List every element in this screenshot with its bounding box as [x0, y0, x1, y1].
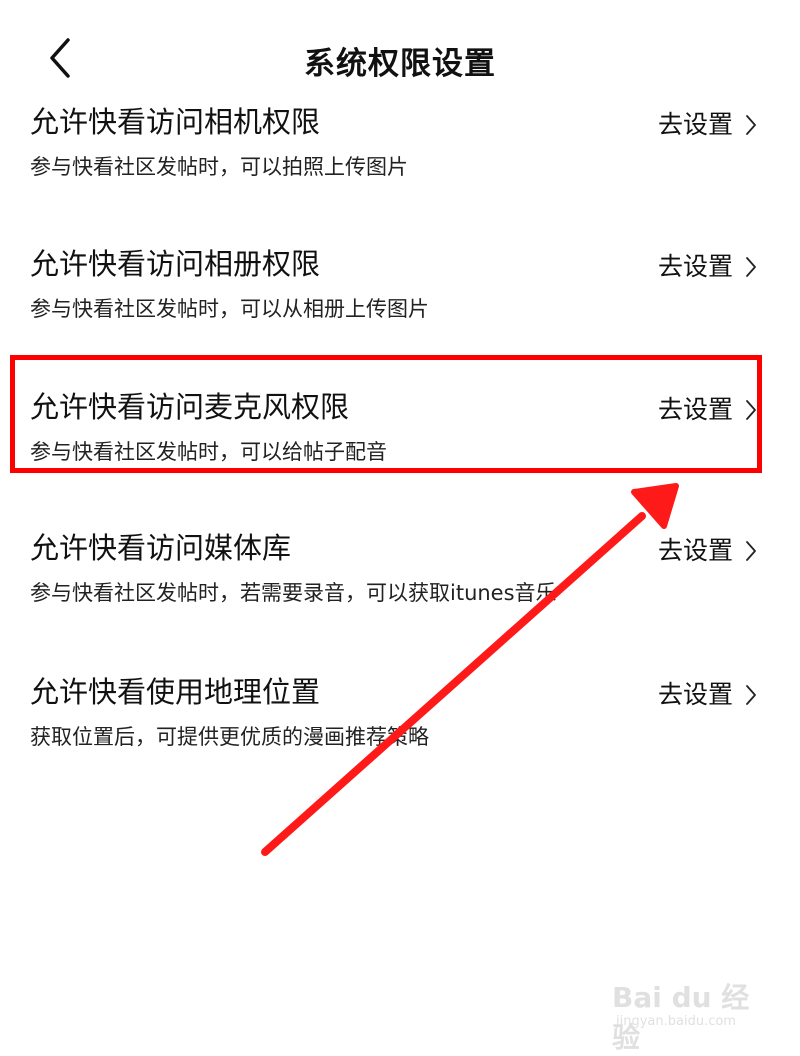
permission-row-location[interactable]: 允许快看使用地理位置 获取位置后，可提供更优质的漫画推荐策略 去设置 [0, 672, 800, 790]
permission-title: 允许快看使用地理位置 [30, 675, 321, 709]
permission-row-camera[interactable]: 允许快看访问相机权限 参与快看社区发帖时，可以拍照上传图片 去设置 [0, 102, 800, 220]
permission-title: 允许快看访问相册权限 [30, 247, 321, 281]
permission-description: 获取位置后，可提供更优质的漫画推荐策略 [30, 725, 429, 749]
go-settings-button[interactable]: 去设置 [658, 534, 757, 568]
permission-row-media-library[interactable]: 允许快看访问媒体库 参与快看社区发帖时，若需要录音，可以获取itunes音乐 去… [0, 528, 800, 646]
permission-title: 允许快看访问相机权限 [30, 105, 321, 139]
chevron-right-icon [746, 685, 756, 705]
baidu-jingyan-watermark: Bai du 经验 jingyan.baidu.com [612, 966, 772, 1054]
permission-title: 允许快看访问媒体库 [30, 531, 292, 565]
go-settings-button[interactable]: 去设置 [658, 250, 757, 284]
chevron-right-icon [746, 257, 756, 277]
go-settings-label: 去设置 [658, 395, 734, 424]
go-settings-label: 去设置 [658, 536, 734, 565]
go-settings-label: 去设置 [658, 680, 734, 709]
go-settings-button[interactable]: 去设置 [658, 678, 757, 712]
permission-description: 参与快看社区发帖时，可以给帖子配音 [30, 440, 387, 464]
go-settings-button[interactable]: 去设置 [658, 108, 757, 142]
chevron-right-icon [746, 541, 756, 561]
watermark-url: jingyan.baidu.com [616, 1014, 736, 1029]
permission-description: 参与快看社区发帖时，可以从相册上传图片 [30, 297, 429, 321]
permission-row-microphone[interactable]: 允许快看访问麦克风权限 参与快看社区发帖时，可以给帖子配音 去设置 [0, 387, 800, 505]
permission-row-album[interactable]: 允许快看访问相册权限 参与快看社区发帖时，可以从相册上传图片 去设置 [0, 244, 800, 362]
page-title: 系统权限设置 [304, 46, 496, 82]
permission-description: 参与快看社区发帖时，若需要录音，可以获取itunes音乐 [30, 581, 557, 605]
header-bar: 系统权限设置 [0, 0, 800, 110]
chevron-right-icon [746, 115, 756, 135]
go-settings-button[interactable]: 去设置 [658, 393, 757, 427]
chevron-right-icon [746, 400, 756, 420]
permission-description: 参与快看社区发帖时，可以拍照上传图片 [30, 155, 408, 179]
go-settings-label: 去设置 [658, 252, 734, 281]
permission-title: 允许快看访问麦克风权限 [30, 390, 350, 424]
go-settings-label: 去设置 [658, 110, 734, 139]
